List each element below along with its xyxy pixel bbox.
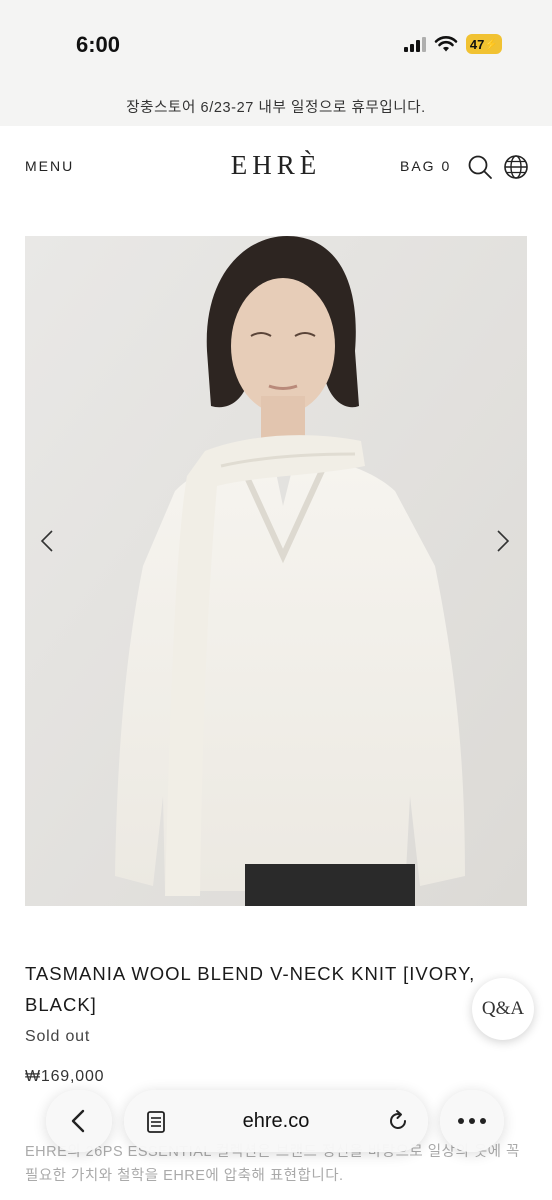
globe-icon[interactable] <box>503 154 529 180</box>
battery-charging-icon: 47 ⚡ <box>466 34 502 54</box>
product-price: ₩169,000 <box>25 1068 105 1085</box>
status-bar: 6:00 47 ⚡ <box>0 0 552 86</box>
url-text[interactable]: ehre.co <box>124 1110 428 1133</box>
product-photo <box>25 236 527 906</box>
back-icon <box>71 1109 85 1133</box>
status-icons: 47 ⚡ <box>404 34 502 54</box>
back-button[interactable] <box>46 1090 112 1152</box>
stock-status: Sold out <box>25 1028 91 1045</box>
carousel-next-icon[interactable] <box>487 526 517 556</box>
qa-label: Q&A <box>481 998 525 1019</box>
site-header: MENU EHRÈ BAG 0 <box>0 126 552 210</box>
more-button[interactable] <box>440 1090 504 1152</box>
product-image-carousel[interactable] <box>25 236 527 906</box>
browser-toolbar: ehre.co <box>0 1086 552 1156</box>
status-time: 6:00 <box>76 32 121 57</box>
address-bar[interactable]: ehre.co <box>124 1090 428 1152</box>
carousel-prev-icon[interactable] <box>33 526 63 556</box>
notice-banner: 장충스토어 6/23-27 내부 일정으로 휴무입니다. <box>0 86 552 126</box>
notice-text: 장충스토어 6/23-27 내부 일정으로 휴무입니다. <box>126 99 426 116</box>
reload-icon[interactable] <box>386 1109 410 1133</box>
more-icon <box>458 1118 486 1124</box>
cellular-signal-icon <box>404 36 426 52</box>
wifi-icon <box>434 36 458 52</box>
bag-button[interactable]: BAG 0 <box>400 158 451 174</box>
search-icon[interactable] <box>467 154 493 180</box>
battery-level: 47 <box>469 36 485 52</box>
qa-button[interactable]: Q&A <box>472 978 534 1040</box>
product-title: TASMANIA WOOL BLEND V-NECK KNIT [IVORY, … <box>25 963 476 1015</box>
